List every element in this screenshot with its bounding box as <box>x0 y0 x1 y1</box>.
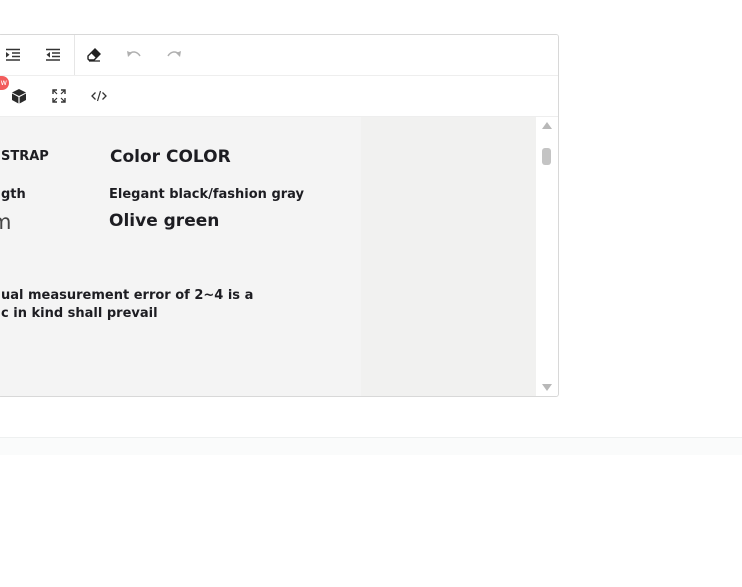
outdent-button[interactable] <box>38 40 68 70</box>
source-code-button[interactable] <box>84 81 114 111</box>
cube-icon <box>12 89 26 104</box>
eraser-icon <box>87 48 101 62</box>
clear-formatting-button[interactable] <box>79 40 109 70</box>
insert-block-button[interactable] <box>4 81 34 111</box>
fullscreen-icon <box>52 89 66 103</box>
color-heading: Color COLOR <box>110 147 231 167</box>
scroll-down-arrow-icon[interactable] <box>542 384 552 391</box>
measurement-note-line-2: c in kind shall prevail <box>1 306 158 321</box>
undo-button[interactable] <box>119 40 149 70</box>
outdent-icon <box>46 48 60 61</box>
code-icon <box>91 90 107 102</box>
length-value: m <box>0 210 11 234</box>
content-image-region <box>361 117 536 396</box>
vertical-scrollbar[interactable] <box>537 117 557 396</box>
undo-icon <box>127 51 141 57</box>
strap-heading: STRAP <box>1 149 49 164</box>
redo-button[interactable] <box>159 40 189 70</box>
redo-icon <box>167 51 181 57</box>
toolbar-separator <box>74 35 75 75</box>
color-value: Olive green <box>109 211 220 231</box>
color-options-label: Elegant black/fashion gray <box>109 187 305 202</box>
page-footer-band <box>0 437 742 455</box>
length-label: gth <box>1 187 26 202</box>
indent-button[interactable] <box>0 40 28 70</box>
editor-content[interactable]: STRAP Color COLOR gth Elegant black/fash… <box>0 117 536 396</box>
measurement-note-line-1: ual measurement error of 2~4 is a <box>1 288 254 303</box>
fullscreen-button[interactable] <box>44 81 74 111</box>
scrollbar-thumb[interactable] <box>542 148 551 165</box>
indent-icon <box>6 48 20 61</box>
toolbar-row-2: w <box>0 76 558 117</box>
rich-text-editor: w STRAP Color COLOR gth Elegant black/fa… <box>0 34 559 397</box>
toolbar-row-1 <box>0 35 558 76</box>
scroll-up-arrow-icon[interactable] <box>542 122 552 129</box>
